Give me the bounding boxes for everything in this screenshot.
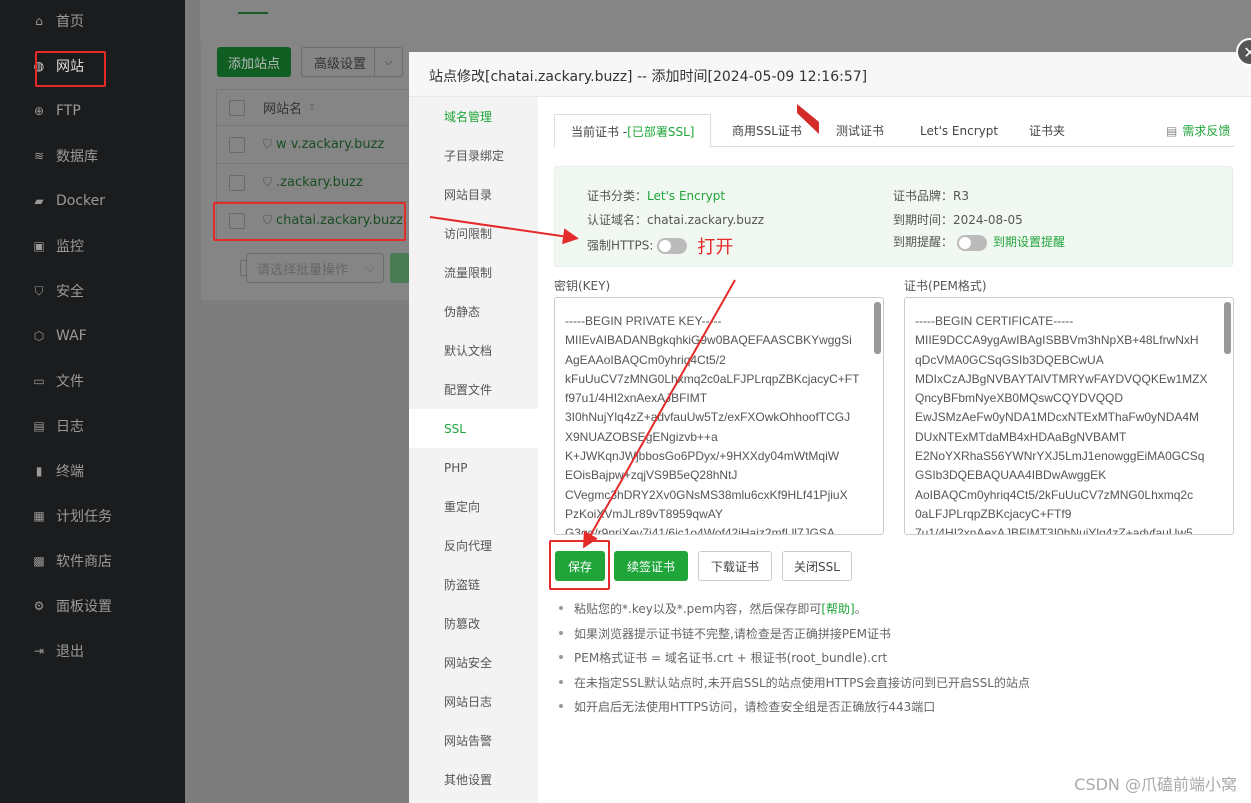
annotation-arrows bbox=[429, 216, 736, 549]
arrow-to-save bbox=[583, 279, 736, 549]
arrow-to-https bbox=[429, 216, 579, 245]
watermark: CSDN @爪磕前端小窝 bbox=[1074, 775, 1237, 794]
